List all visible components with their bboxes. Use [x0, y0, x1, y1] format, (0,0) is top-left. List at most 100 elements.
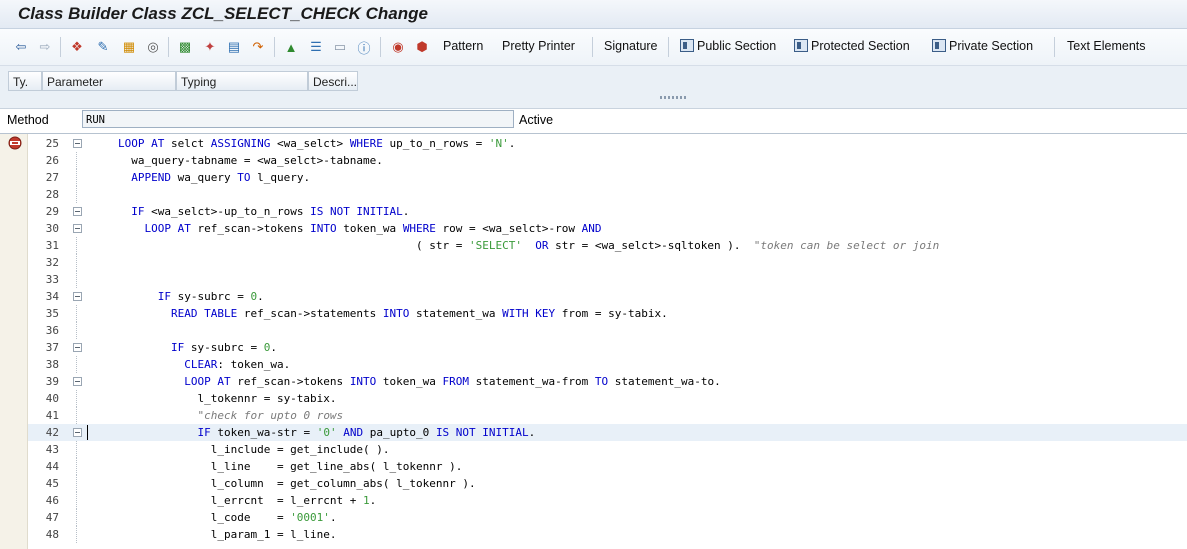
method-label: Method [7, 113, 49, 127]
protected-section-label: Protected Section [811, 39, 910, 53]
layout-icon[interactable]: ☰ [307, 38, 325, 56]
info-icon[interactable]: ⓘ [355, 38, 373, 56]
fold-toggle-icon[interactable] [73, 139, 82, 148]
code-line[interactable]: 25 LOOP AT selct ASSIGNING <wa_selct> WHE… [28, 135, 1187, 152]
set-breakpoint-icon[interactable]: ◉ [389, 38, 407, 56]
section-icon [680, 39, 694, 52]
code-line[interactable]: 48 l_param_1 = l_line. [28, 526, 1187, 543]
code-line[interactable]: 34 IF sy-subrc = 0. [28, 288, 1187, 305]
object-list-icon[interactable]: ▲ [282, 38, 300, 56]
fold-guide [76, 152, 78, 169]
public-section-button[interactable]: Public Section [680, 39, 776, 53]
code-text: APPEND wa_query TO l_query. [131, 171, 311, 184]
column-header-description[interactable]: Descri... [308, 71, 358, 91]
active-inactive-icon[interactable]: ▦ [120, 38, 138, 56]
fold-guide [76, 509, 78, 526]
fold-guide [76, 254, 78, 271]
code-line[interactable]: 42 IF token_wa-str = '0' AND pa_upto_0 I… [28, 424, 1187, 441]
splitter-grip[interactable] [660, 96, 688, 99]
fold-guide [76, 305, 78, 322]
toolbar-separator [592, 37, 593, 57]
fold-toggle-icon[interactable] [73, 343, 82, 352]
private-section-button[interactable]: Private Section [932, 39, 1033, 53]
pattern-button[interactable]: Pattern [443, 39, 483, 53]
code-text: l_tokennr = sy-tabix. [118, 392, 337, 405]
method-name-field[interactable]: RUN [82, 110, 514, 128]
parameter-table-header: Ty. Parameter Typing Descri... [8, 71, 358, 91]
activate-wand-icon[interactable]: ✦ [201, 38, 219, 56]
fold-guide [76, 169, 78, 186]
column-header-type[interactable]: Ty. [8, 71, 42, 91]
fold-toggle-icon[interactable] [73, 292, 82, 301]
back-arrow-icon[interactable]: ⇦ [12, 38, 30, 56]
line-number: 46 [45, 494, 59, 507]
code-line[interactable]: 30 LOOP AT ref_scan->tokens INTO token_w… [28, 220, 1187, 237]
code-line[interactable]: 39 LOOP AT ref_scan->tokens INTO token_w… [28, 373, 1187, 390]
code-line[interactable]: 43 l_include = get_include( ). [28, 441, 1187, 458]
breakpoint-gutter[interactable] [0, 134, 28, 549]
line-number: 38 [45, 358, 59, 371]
stop-breakpoint-icon[interactable]: ⬢ [413, 38, 431, 56]
check-icon[interactable]: ◎ [144, 38, 162, 56]
code-line[interactable]: 47 l_code = '0001'. [28, 509, 1187, 526]
pretty-printer-button[interactable]: Pretty Printer [502, 39, 575, 53]
column-header-parameter[interactable]: Parameter [42, 71, 176, 91]
code-line[interactable]: 32 [28, 254, 1187, 271]
signature-button[interactable]: Signature [604, 39, 658, 53]
code-line[interactable]: 26 wa_query-tabname = <wa_selct>-tabname… [28, 152, 1187, 169]
window-title: Class Builder Class ZCL_SELECT_CHECK Cha… [18, 4, 428, 23]
code-text: IF token_wa-str = '0' AND pa_upto_0 IS N… [197, 426, 536, 439]
hierarchy-icon[interactable]: ▩ [176, 38, 194, 56]
fold-guide [76, 237, 78, 254]
code-text: "check for upto 0 rows [197, 409, 344, 422]
column-header-typing[interactable]: Typing [176, 71, 308, 91]
fullscreen-icon[interactable]: ▭ [331, 38, 349, 56]
code-line[interactable]: 37 IF sy-subrc = 0. [28, 339, 1187, 356]
code-line[interactable]: 31 ( str = 'SELECT' OR str = <wa_selct>-… [28, 237, 1187, 254]
line-number: 39 [45, 375, 59, 388]
text-elements-button[interactable]: Text Elements [1067, 39, 1146, 53]
code-line[interactable]: 40 l_tokennr = sy-tabix. [28, 390, 1187, 407]
code-text: ( str = 'SELECT' OR str = <wa_selct>-sql… [118, 239, 940, 252]
code-line[interactable]: 29 IF <wa_selct>-up_to_n_rows IS NOT INI… [28, 203, 1187, 220]
code-line[interactable]: 41 "check for upto 0 rows [28, 407, 1187, 424]
toolbar-separator [168, 37, 169, 57]
code-text: LOOP AT selct ASSIGNING <wa_selct> WHERE… [118, 137, 516, 150]
code-line[interactable]: 46 l_errcnt = l_errcnt + 1. [28, 492, 1187, 509]
code-line[interactable]: 28 [28, 186, 1187, 203]
line-number: 30 [45, 222, 59, 235]
code-editor[interactable]: 25 LOOP AT selct ASSIGNING <wa_selct> WHE… [0, 133, 1187, 549]
navigation-icon[interactable]: ↷ [249, 38, 267, 56]
fold-toggle-icon[interactable] [73, 207, 82, 216]
line-number: 41 [45, 409, 59, 422]
code-line[interactable]: 36 [28, 322, 1187, 339]
code-line[interactable]: 33 [28, 271, 1187, 288]
fold-guide [76, 492, 78, 509]
line-number: 44 [45, 460, 59, 473]
line-number: 45 [45, 477, 59, 490]
protected-section-button[interactable]: Protected Section [794, 39, 910, 53]
fold-toggle-icon[interactable] [73, 377, 82, 386]
code-line[interactable]: 45 l_column = get_column_abs( l_tokennr … [28, 475, 1187, 492]
line-number: 37 [45, 341, 59, 354]
code-text: CLEAR: token_wa. [184, 358, 291, 371]
code-text: l_param_1 = l_line. [118, 528, 337, 541]
section-icon [932, 39, 946, 52]
display-change-icon[interactable]: ✎ [94, 38, 112, 56]
code-text: IF sy-subrc = 0. [170, 341, 277, 354]
code-text: l_code = '0001'. [118, 511, 337, 524]
code-line[interactable]: 27 APPEND wa_query TO l_query. [28, 169, 1187, 186]
line-number: 26 [45, 154, 59, 167]
code-line[interactable]: 38 CLEAR: token_wa. [28, 356, 1187, 373]
forward-arrow-icon[interactable]: ⇨ [36, 38, 54, 56]
where-used-icon[interactable]: ▤ [225, 38, 243, 56]
fold-toggle-icon[interactable] [73, 224, 82, 233]
private-section-label: Private Section [949, 39, 1034, 53]
toolbar-separator [60, 37, 61, 57]
other-object-icon[interactable]: ❖ [68, 38, 86, 56]
breakpoint-icon[interactable] [8, 136, 24, 150]
code-line[interactable]: 44 l_line = get_line_abs( l_tokennr ). [28, 458, 1187, 475]
fold-toggle-icon[interactable] [73, 428, 82, 437]
code-line[interactable]: 35 READ TABLE ref_scan->statements INTO … [28, 305, 1187, 322]
line-number: 31 [45, 239, 59, 252]
